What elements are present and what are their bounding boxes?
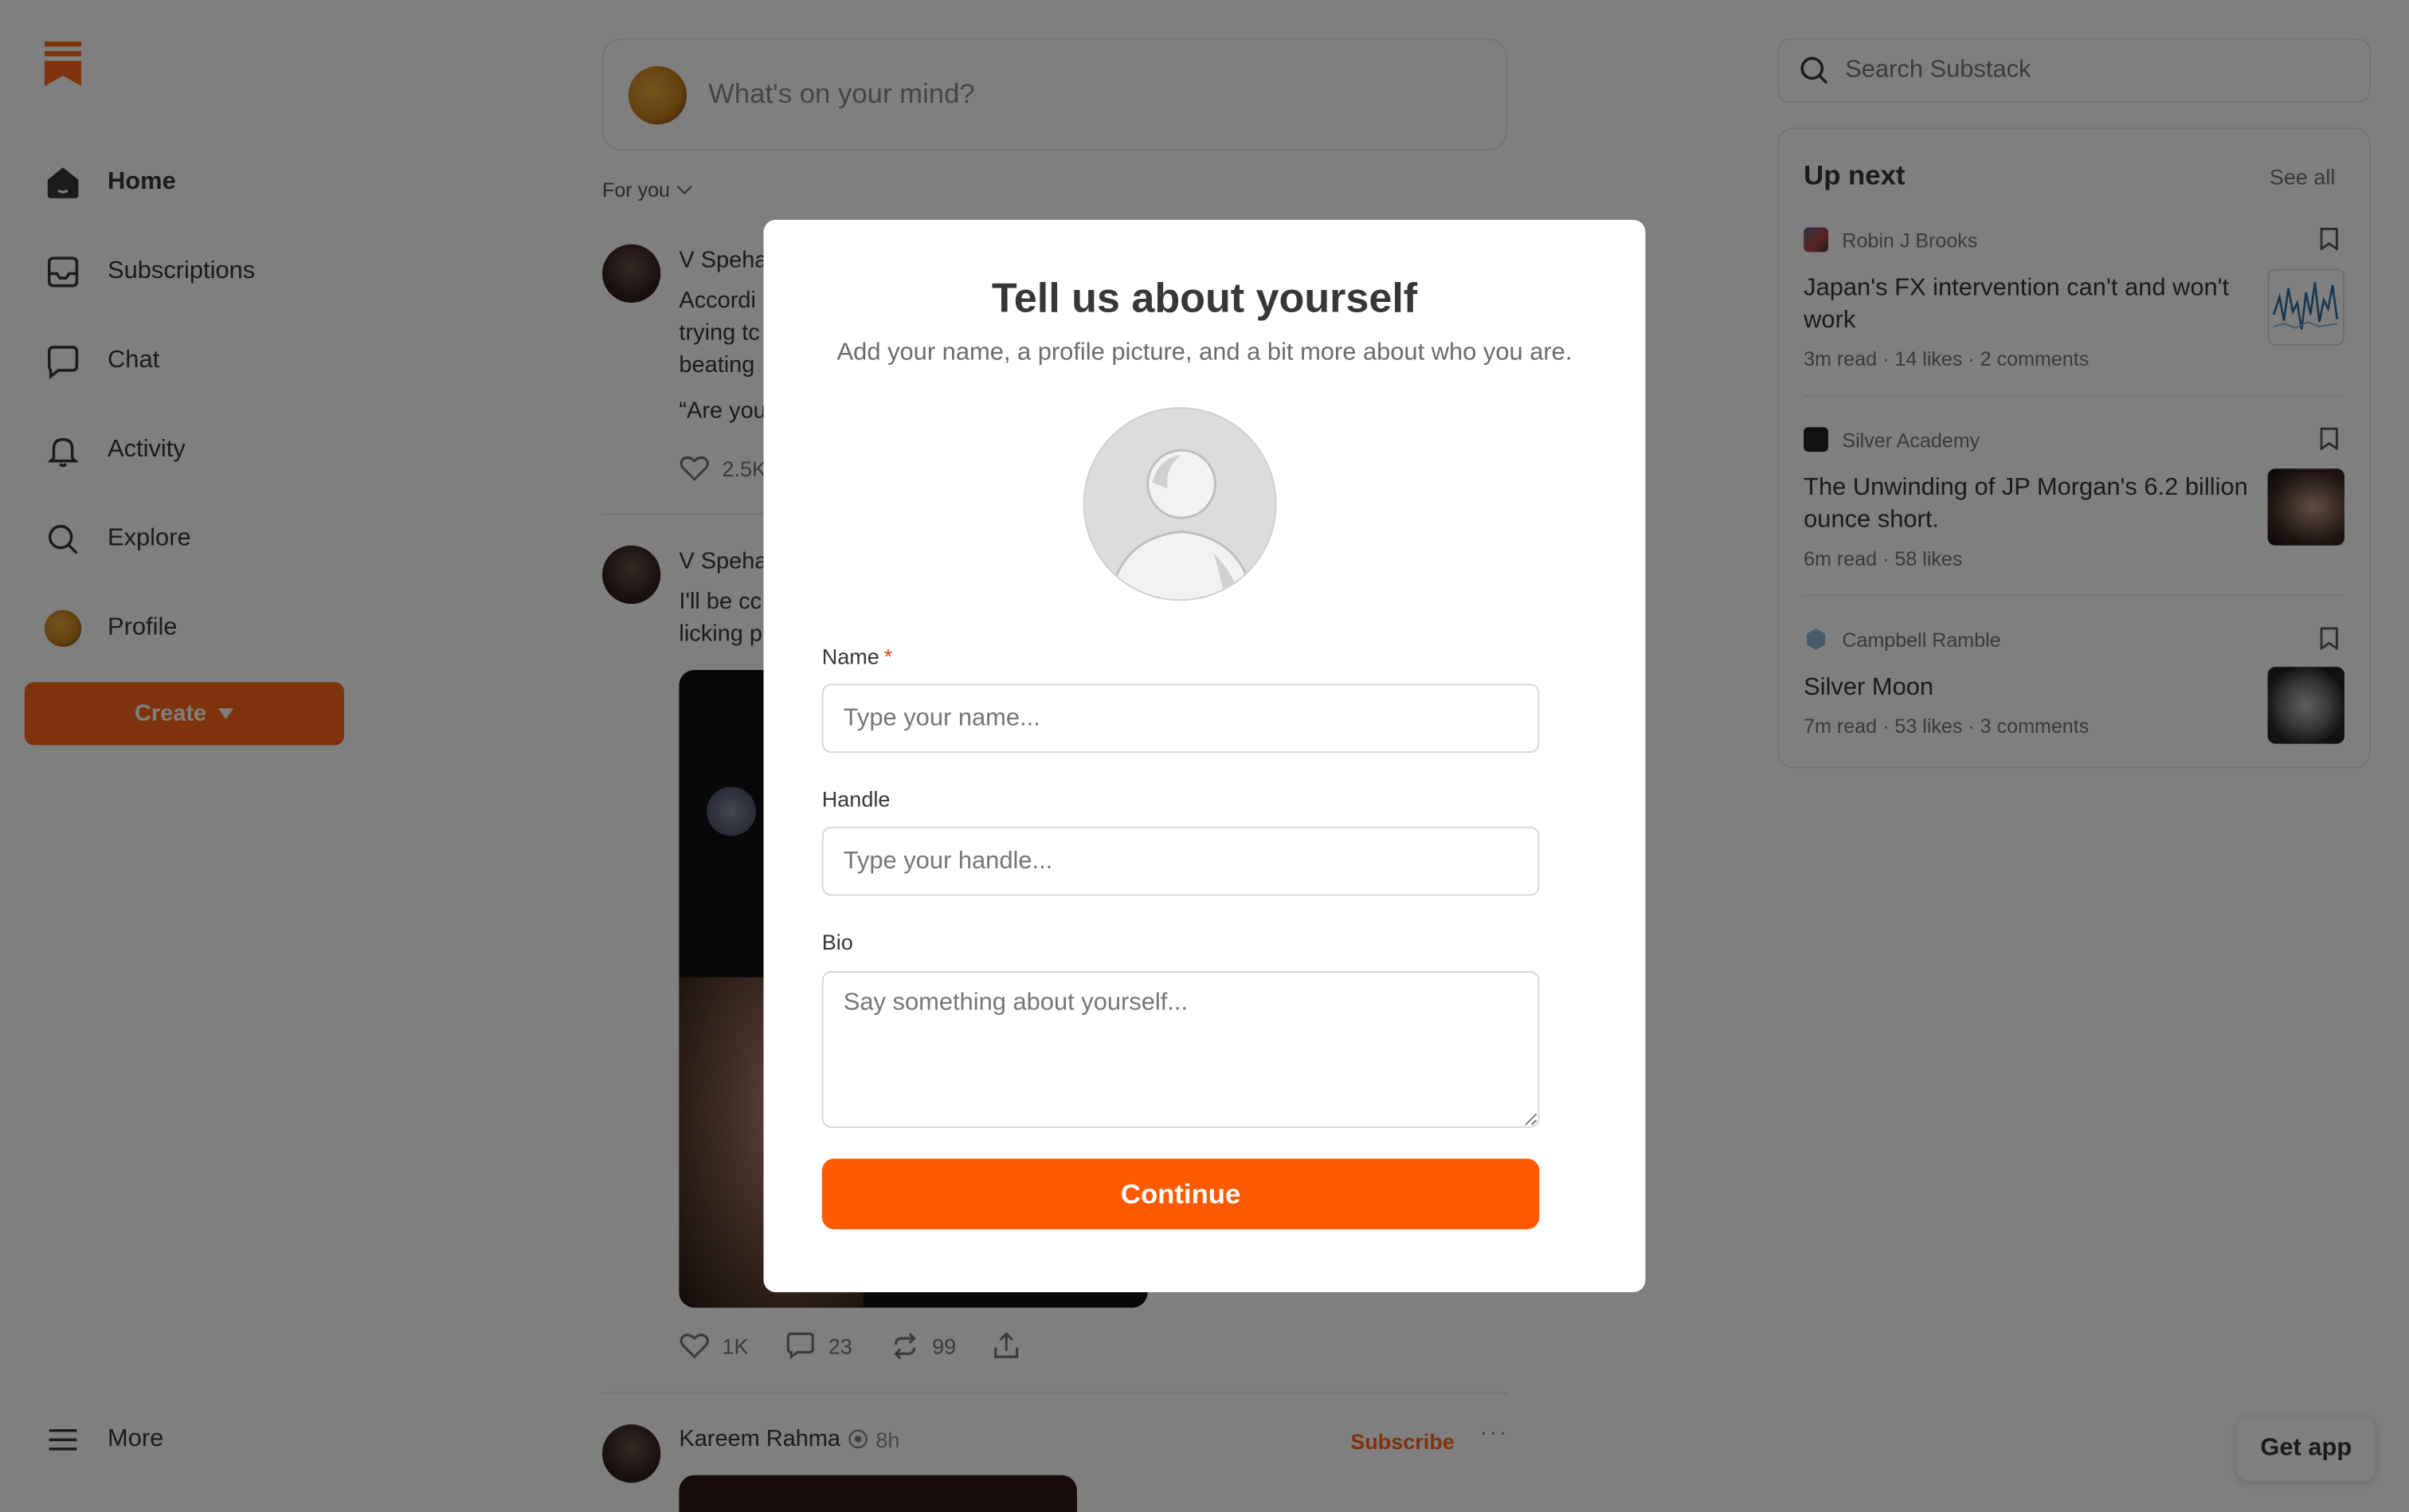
continue-button[interactable]: Continue — [821, 1158, 1540, 1230]
handle-input[interactable] — [821, 826, 1540, 896]
modal-title: Tell us about yourself — [991, 275, 1418, 322]
required-indicator: * — [883, 644, 893, 669]
user-placeholder-icon — [1108, 449, 1255, 600]
name-input[interactable] — [821, 684, 1540, 754]
name-label: Name * — [822, 644, 892, 668]
onboarding-modal: Tell us about yourself Add your name, a … — [763, 219, 1646, 1293]
name-label-text: Name — [821, 644, 879, 669]
profile-picture-upload[interactable] — [1083, 407, 1277, 601]
bio-label: Bio — [821, 929, 853, 954]
modal-subtitle: Add your name, a profile picture, and a … — [836, 339, 1573, 366]
handle-label: Handle — [821, 786, 891, 812]
bio-textarea[interactable] — [821, 971, 1540, 1128]
app-root: Home Subscriptions Chat Activity Explore — [0, 0, 2409, 1512]
